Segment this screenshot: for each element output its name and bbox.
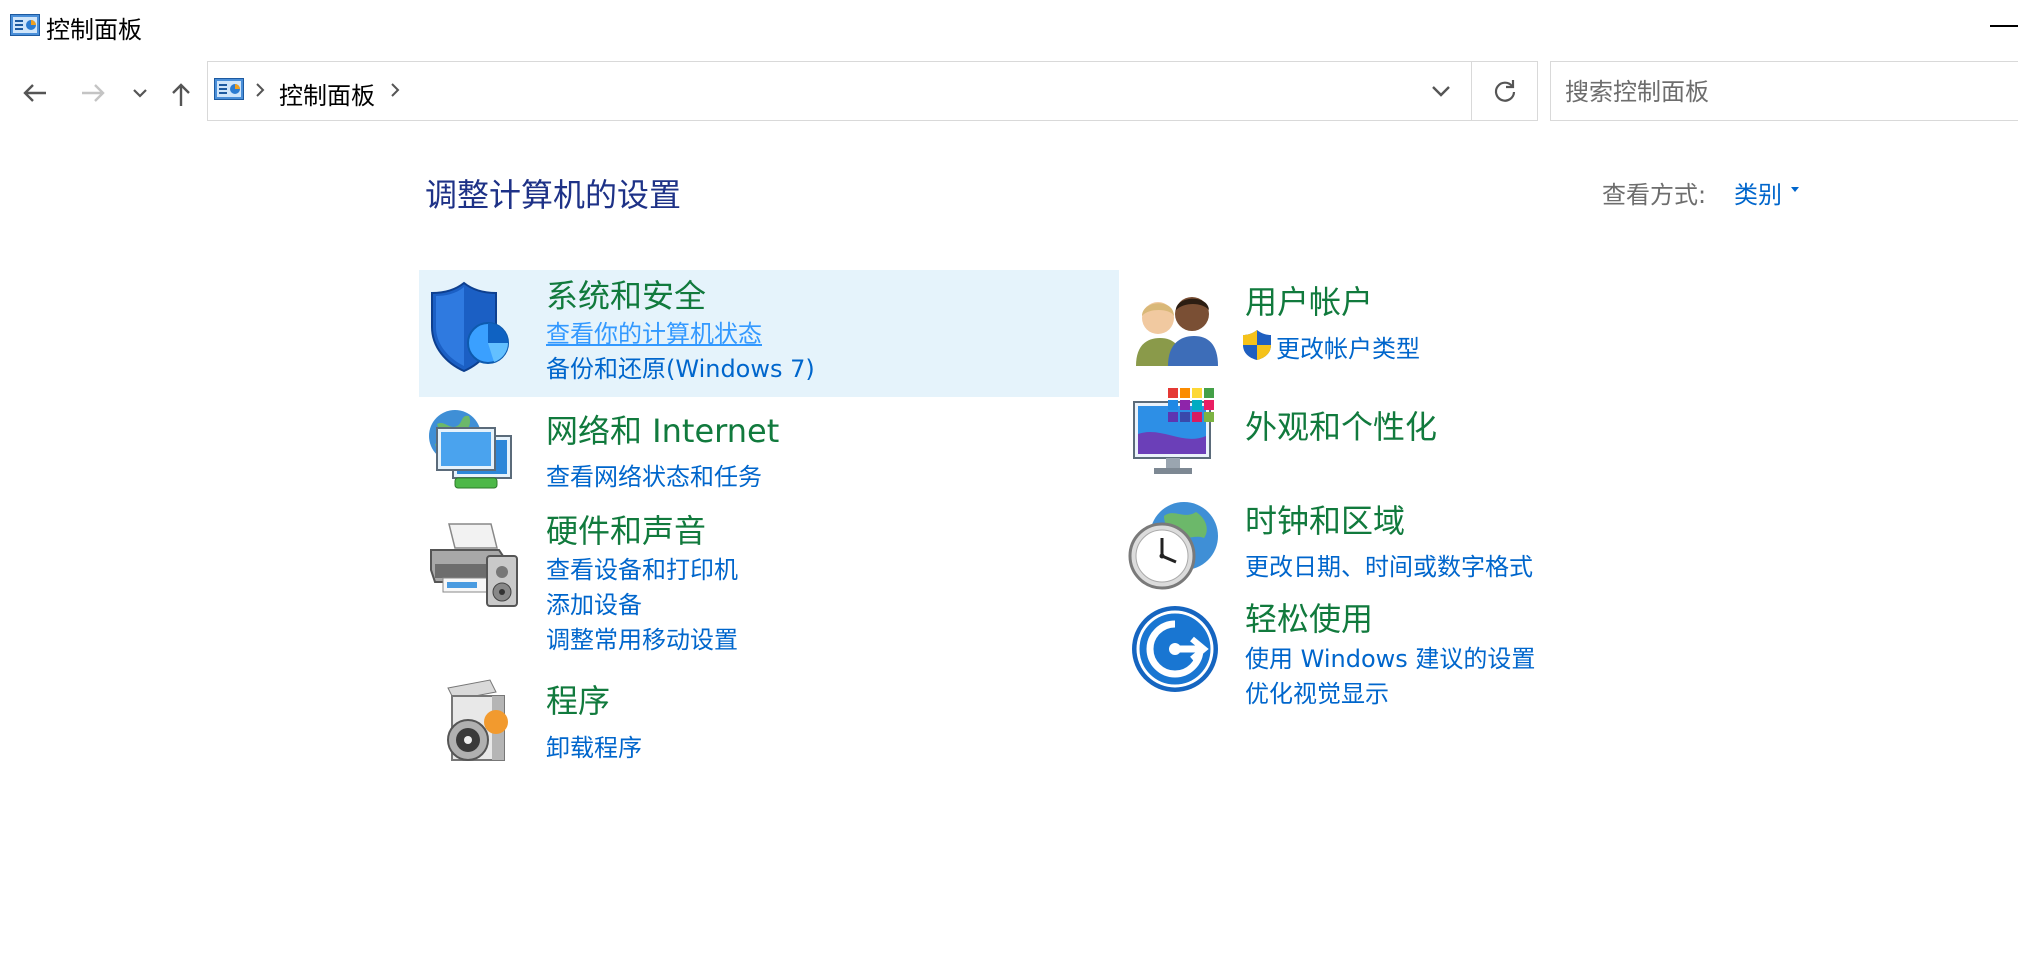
appearance-icon[interactable] bbox=[1132, 386, 1224, 478]
link-mobility-settings[interactable]: 调整常用移动设置 bbox=[546, 620, 738, 655]
category-programs[interactable]: 程序 bbox=[546, 676, 610, 722]
link-change-date-time-format[interactable]: 更改日期、时间或数字格式 bbox=[1245, 547, 1533, 582]
programs-icon[interactable] bbox=[438, 678, 514, 766]
search-input[interactable] bbox=[1563, 74, 2007, 110]
window-title: 控制面板 bbox=[46, 16, 142, 44]
link-view-computer-status[interactable]: 查看你的计算机状态 bbox=[546, 314, 762, 349]
category-hardware-sound[interactable]: 硬件和声音 bbox=[546, 506, 706, 552]
arrow-right-icon bbox=[82, 84, 105, 102]
title-bar: 控制面板 bbox=[0, 0, 2018, 52]
minimize-button[interactable] bbox=[1990, 25, 2018, 27]
ease-of-access-icon[interactable] bbox=[1130, 604, 1220, 694]
link-backup-restore[interactable]: 备份和还原(Windows 7) bbox=[546, 349, 815, 384]
control-panel-icon bbox=[10, 14, 40, 36]
category-system-security[interactable]: 系统和安全 bbox=[546, 271, 706, 317]
category-ease-of-access[interactable]: 轻松使用 bbox=[1245, 594, 1373, 640]
back-button[interactable] bbox=[18, 80, 52, 106]
category-user-accounts[interactable]: 用户帐户 bbox=[1245, 277, 1373, 323]
arrow-left-icon bbox=[23, 84, 46, 102]
link-optimize-visual-display[interactable]: 优化视觉显示 bbox=[1245, 674, 1389, 709]
control-panel-icon bbox=[214, 78, 244, 100]
shield-icon[interactable] bbox=[430, 281, 510, 373]
network-icon[interactable] bbox=[427, 406, 523, 498]
breadcrumb-control-panel[interactable]: 控制面板 bbox=[279, 76, 375, 111]
chevron-down-icon bbox=[133, 89, 147, 98]
category-clock-region[interactable]: 时钟和区域 bbox=[1245, 496, 1405, 542]
view-by-label: 查看方式: bbox=[1602, 181, 1707, 209]
link-change-account-type[interactable]: 更改帐户类型 bbox=[1276, 329, 1420, 364]
recent-locations-button[interactable] bbox=[128, 80, 152, 106]
link-devices-printers[interactable]: 查看设备和打印机 bbox=[546, 550, 738, 585]
forward-button[interactable] bbox=[76, 80, 110, 106]
users-icon[interactable] bbox=[1132, 288, 1220, 368]
dropdown-arrow-icon[interactable] bbox=[1791, 187, 1799, 192]
printer-icon[interactable] bbox=[427, 520, 523, 610]
address-bar[interactable]: 控制面板 bbox=[207, 61, 1472, 121]
link-uninstall-program[interactable]: 卸载程序 bbox=[546, 728, 642, 763]
clock-globe-icon[interactable] bbox=[1126, 498, 1220, 592]
uac-shield-icon bbox=[1243, 330, 1271, 360]
search-box[interactable] bbox=[1550, 61, 2018, 121]
link-network-status[interactable]: 查看网络状态和任务 bbox=[546, 457, 762, 492]
refresh-button[interactable] bbox=[1472, 61, 1538, 121]
refresh-icon bbox=[1494, 80, 1516, 102]
link-windows-recommended-settings[interactable]: 使用 Windows 建议的设置 bbox=[1245, 639, 1535, 674]
page-title: 调整计算机的设置 bbox=[425, 176, 682, 214]
chevron-right-icon[interactable] bbox=[253, 82, 267, 98]
up-button[interactable] bbox=[166, 80, 196, 106]
view-by-dropdown[interactable]: 类别 bbox=[1734, 175, 1782, 210]
chevron-right-icon[interactable] bbox=[388, 82, 402, 98]
arrow-up-icon bbox=[172, 83, 190, 106]
category-appearance-personalization[interactable]: 外观和个性化 bbox=[1245, 402, 1437, 448]
category-network-internet[interactable]: 网络和 Internet bbox=[546, 406, 779, 452]
link-add-device[interactable]: 添加设备 bbox=[546, 585, 642, 620]
address-dropdown-icon[interactable] bbox=[1428, 80, 1454, 102]
